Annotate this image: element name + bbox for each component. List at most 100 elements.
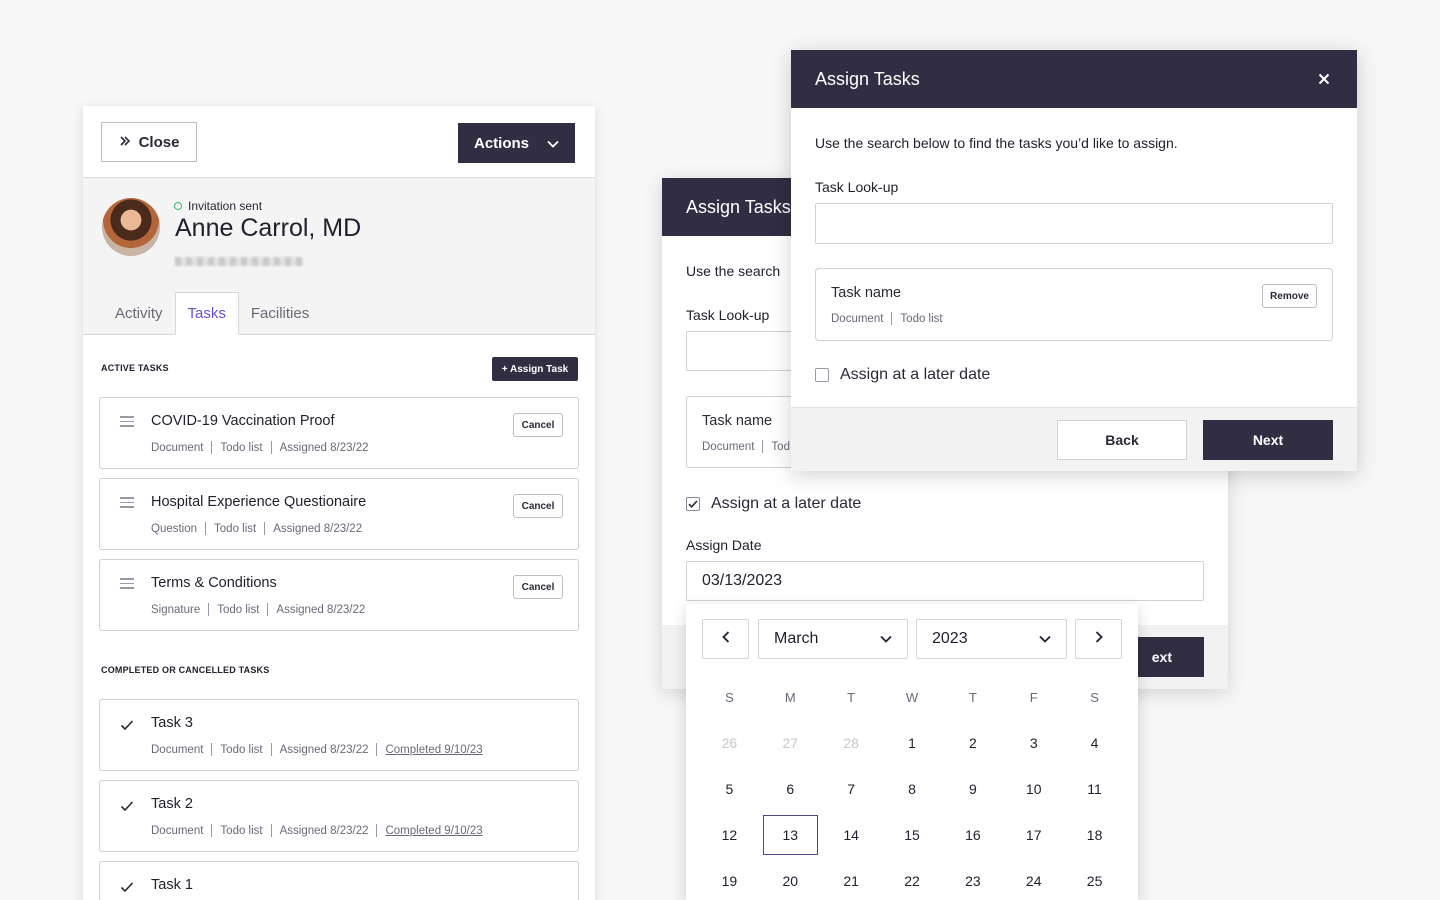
calendar-day[interactable]: 18 [1064, 812, 1125, 858]
task-type: Document [151, 743, 204, 756]
calendar-day[interactable]: 19 [699, 858, 760, 900]
calendar-day-outside[interactable]: 26 [699, 720, 760, 766]
calendar-day[interactable]: 21 [821, 858, 882, 900]
completed-task-card: Task 1 [99, 861, 579, 900]
calendar-day-selected[interactable]: 13 [760, 812, 821, 858]
later-date-checkbox[interactable] [686, 497, 700, 511]
weekday-label: T [968, 689, 977, 705]
calendar-day[interactable]: 1 [882, 720, 943, 766]
calendar-day[interactable]: 5 [699, 766, 760, 812]
profile-name: Anne Carrol, MD [175, 214, 362, 242]
task-type: Document [831, 312, 884, 325]
task-lookup-input[interactable] [815, 203, 1333, 244]
calendar-day[interactable]: 11 [1064, 766, 1125, 812]
date-picker: March 2023 S M T W T F S 26 27 28 1 2 3 … [686, 604, 1138, 900]
drag-handle-icon[interactable] [120, 578, 134, 592]
calendar-day[interactable]: 14 [821, 812, 882, 858]
calendar-day[interactable]: 25 [1064, 858, 1125, 900]
later-date-checkbox[interactable] [815, 368, 829, 382]
weekday-label: S [1090, 689, 1099, 705]
calendar-grid: S M T W T F S 26 27 28 1 2 3 4 5 6 7 8 9… [699, 674, 1125, 900]
active-task-card: Terms & Conditions Signature Todo list A… [99, 559, 579, 631]
tab-activity[interactable]: Activity [103, 292, 175, 335]
calendar-day[interactable]: 3 [1003, 720, 1064, 766]
calendar-day[interactable]: 24 [1003, 858, 1064, 900]
checkmark-icon [120, 799, 134, 813]
task-completed-link[interactable]: Completed 9/10/23 [385, 825, 482, 837]
calendar-day[interactable]: 17 [1003, 812, 1064, 858]
active-task-card: COVID-19 Vaccination Proof Document Todo… [99, 397, 579, 469]
user-detail-panel: Close Actions Invitation sent Anne Carro… [83, 106, 595, 900]
calendar-day[interactable]: 9 [942, 766, 1003, 812]
calendar-day[interactable]: 15 [882, 812, 943, 858]
task-list: Todo list [220, 441, 263, 454]
weekday-label: S [725, 689, 734, 705]
cancel-task-button[interactable]: Cancel [513, 413, 563, 437]
month-select[interactable]: March [758, 619, 908, 659]
calendar-day[interactable]: 16 [942, 812, 1003, 858]
back-button[interactable]: Back [1057, 420, 1187, 460]
calendar-day[interactable]: 8 [882, 766, 943, 812]
drag-handle-icon[interactable] [120, 497, 134, 511]
status-text: Invitation sent [188, 199, 263, 213]
calendar-week: 12 13 14 15 16 17 18 [699, 812, 1125, 858]
calendar-day[interactable]: 23 [942, 858, 1003, 900]
next-button[interactable]: Next [1203, 420, 1333, 460]
assign-date-label: Assign Date [686, 537, 762, 553]
task-lookup-label: Task Look-up [686, 307, 770, 323]
assign-date-input[interactable]: 03/13/2023 [686, 561, 1204, 601]
task-meta: Document Todo list Assigned 8/23/22 Comp… [151, 824, 483, 837]
calendar-day-outside[interactable]: 28 [821, 720, 882, 766]
task-meta: Signature Todo list Assigned 8/23/22 [151, 603, 365, 616]
cancel-task-button[interactable]: Cancel [513, 575, 563, 599]
completed-task-card: Task 3 Document Todo list Assigned 8/23/… [99, 699, 579, 771]
chevron-down-icon [880, 630, 892, 648]
later-date-option[interactable]: Assign at a later date [686, 495, 861, 513]
calendar-day[interactable]: 2 [942, 720, 1003, 766]
assign-task-button[interactable]: + Assign Task [492, 357, 578, 381]
calendar-day[interactable]: 10 [1003, 766, 1064, 812]
task-type: Question [151, 522, 198, 535]
calendar-day-outside[interactable]: 27 [760, 720, 821, 766]
weekday-label: M [784, 689, 796, 705]
calendar-day[interactable]: 4 [1064, 720, 1125, 766]
tab-facilities[interactable]: Facilities [239, 292, 321, 335]
tab-bar: Activity Tasks Facilities [103, 292, 321, 335]
completed-task-card: Task 2 Document Todo list Assigned 8/23/… [99, 780, 579, 852]
active-tasks-heading: ACTIVE TASKS [101, 363, 169, 373]
task-assigned: Assigned 8/23/22 [279, 743, 369, 756]
weekday-label: T [847, 689, 856, 705]
year-value: 2023 [932, 630, 968, 647]
modal-title: Assign Tasks [815, 68, 920, 89]
tab-tasks[interactable]: Tasks [174, 292, 239, 335]
modal-intro: Use the search [686, 263, 781, 279]
calendar-week: 5 6 7 8 9 10 11 [699, 766, 1125, 812]
calendar-day[interactable]: 6 [760, 766, 821, 812]
calendar-day[interactable]: 7 [821, 766, 882, 812]
task-assigned: Assigned 8/23/22 [276, 603, 366, 616]
later-date-option[interactable]: Assign at a later date [815, 366, 990, 384]
task-completed-link[interactable]: Completed 9/10/23 [385, 744, 482, 756]
calendar-day[interactable]: 22 [882, 858, 943, 900]
later-date-label: Assign at a later date [840, 366, 991, 383]
active-task-card: Hospital Experience Questionaire Questio… [99, 478, 579, 550]
calendar-day[interactable]: 12 [699, 812, 760, 858]
cancel-task-button[interactable]: Cancel [513, 494, 563, 518]
year-select[interactable]: 2023 [916, 619, 1067, 659]
task-title: COVID-19 Vaccination Proof [151, 413, 335, 429]
chevron-right-icon [1095, 630, 1103, 648]
task-assigned: Assigned 8/23/22 [279, 441, 369, 454]
selected-day-value: 13 [762, 815, 818, 855]
double-chevron-right-icon [119, 134, 131, 151]
selected-task-card: Task name Document Todo list Remove [815, 268, 1333, 341]
weekday-label: F [1029, 689, 1038, 705]
remove-task-button[interactable]: Remove [1262, 284, 1317, 308]
close-button[interactable]: Close [101, 122, 197, 162]
calendar-day[interactable]: 20 [760, 858, 821, 900]
task-list: Tod [771, 440, 790, 453]
next-month-button[interactable] [1075, 619, 1122, 659]
close-icon[interactable] [1313, 68, 1335, 90]
drag-handle-icon[interactable] [120, 416, 134, 430]
prev-month-button[interactable] [702, 619, 749, 659]
actions-dropdown-button[interactable]: Actions [458, 123, 575, 163]
